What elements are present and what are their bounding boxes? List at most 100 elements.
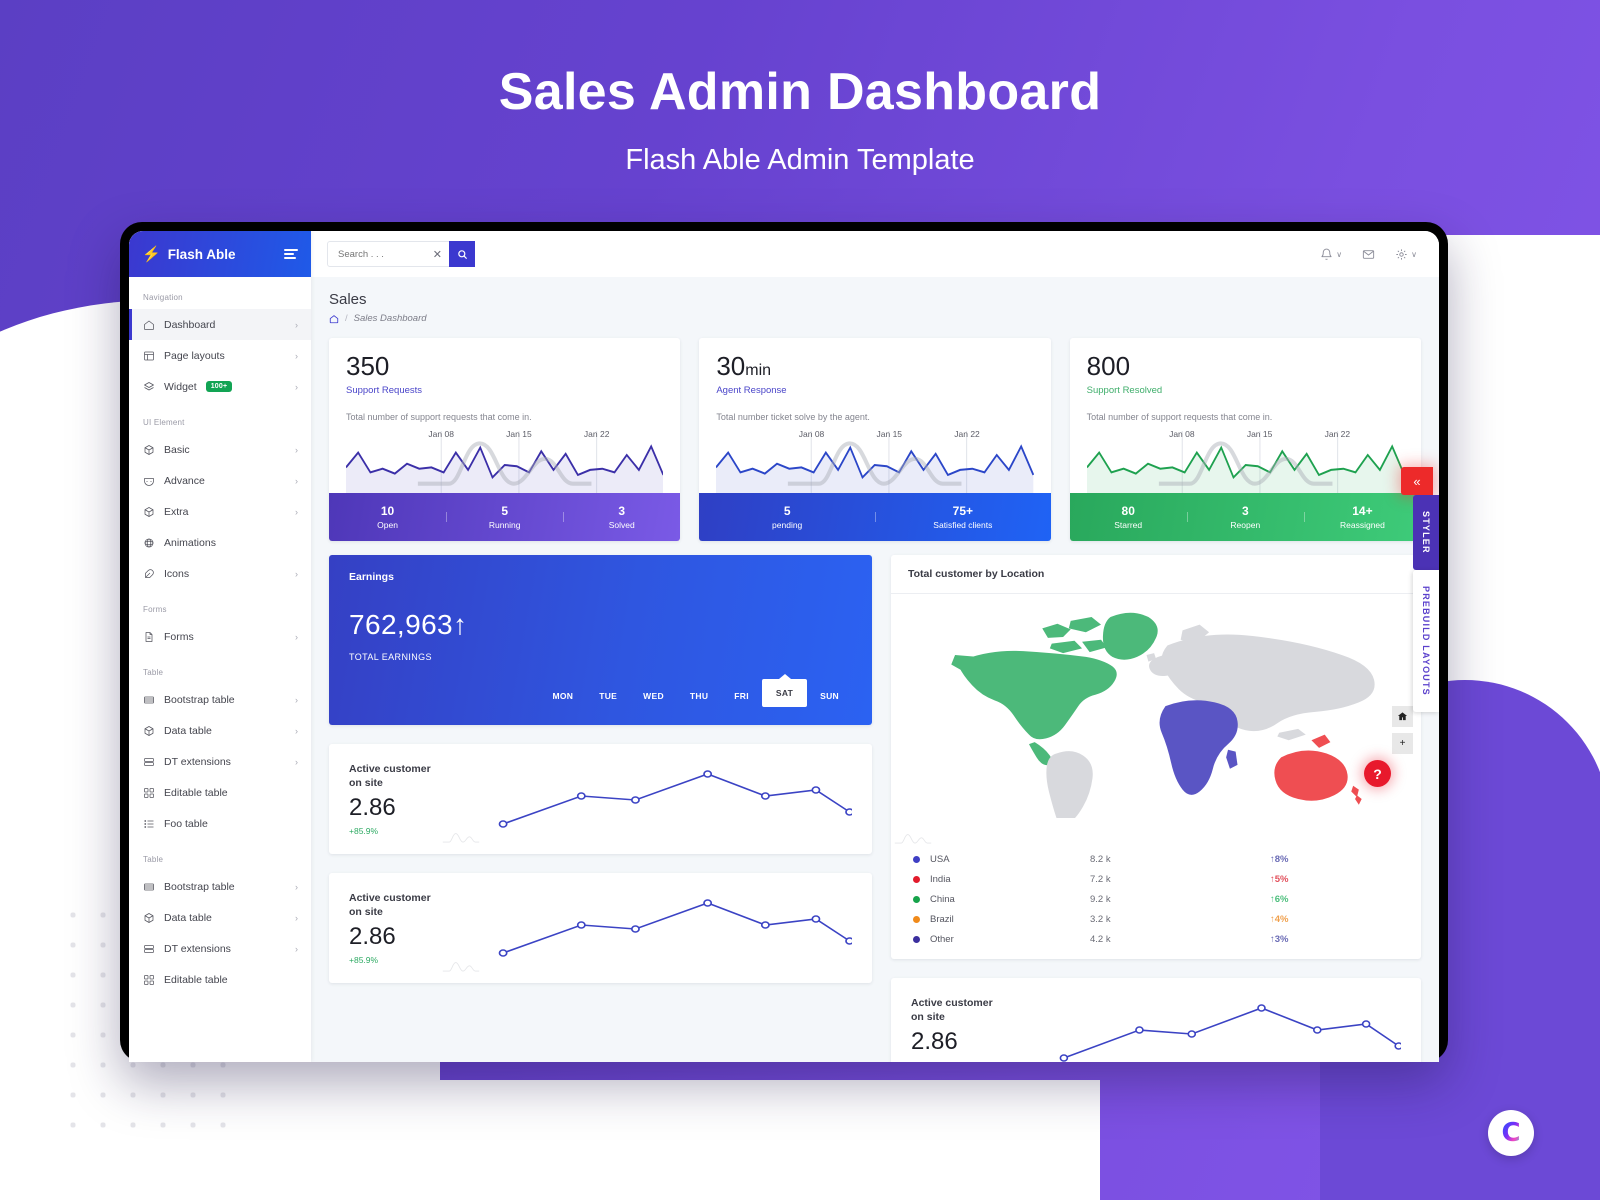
sidebar-item-forms[interactable]: Forms › <box>129 621 311 652</box>
sidebar-item-foo-table[interactable]: Foo table <box>129 808 311 839</box>
stat-card: 30min Agent Response Total number ticket s… <box>699 338 1051 542</box>
stat-label: Support Requests <box>346 385 423 397</box>
search-box[interactable]: ✕ <box>327 241 475 267</box>
stat-footer-label: Solved <box>608 520 635 531</box>
earnings-amount: 762,963↑ <box>349 609 852 641</box>
chart-point <box>630 925 640 933</box>
sidebar-badge: 100+ <box>205 381 233 392</box>
layers-icon <box>143 381 154 390</box>
box-icon <box>142 505 155 518</box>
sidebar-caption: Forms <box>143 605 167 614</box>
tab-prebuild-layouts[interactable]: PREBUILD LAYOUTS <box>1413 569 1439 712</box>
messages-button[interactable] <box>1362 248 1375 261</box>
sidebar-item-extra[interactable]: Extra › <box>129 496 311 527</box>
sidebar-item-advance[interactable]: Advance › <box>129 465 311 496</box>
page-content: Sales / Sales Dashboard 350 Support Reque… <box>311 277 1439 1062</box>
hamburger-icon[interactable] <box>284 249 298 259</box>
active-customer-value: 2.86 <box>349 923 396 951</box>
close-icon[interactable]: ✕ <box>426 248 449 261</box>
sidebar-item-icons[interactable]: Icons › <box>129 558 311 589</box>
earnings-caption: TOTAL EARNINGS <box>349 652 432 663</box>
sidebar-item-label: Forms <box>164 630 194 643</box>
settings-button[interactable]: ∨ <box>1395 248 1417 261</box>
tab-styler[interactable]: STYLER <box>1413 495 1439 570</box>
stat-card-body: 30min Agent Response Total number ticket s… <box>699 338 1050 494</box>
stat-footer-cell: 3 Reopen <box>1186 504 1304 531</box>
chevron-right-icon: › <box>295 475 298 486</box>
active-customer-title: Active customer on site <box>911 997 993 1024</box>
sidebar-item-data-table[interactable]: Data table › <box>129 902 311 933</box>
map-controls: + <box>1392 706 1413 755</box>
brand-logo[interactable]: ⚡ Flash Able <box>142 247 235 262</box>
sidebar-item-bootstrap-table[interactable]: Bootstrap table › <box>129 871 311 902</box>
sidebar-item-page-layouts[interactable]: Page layouts › <box>129 340 311 371</box>
active-customer-chart <box>467 889 855 967</box>
earnings-card: Earnings 762,963↑ TOTAL EARNINGS MON TUE W… <box>329 555 872 726</box>
sidebar-item-dashboard[interactable]: Dashboard › <box>129 309 311 340</box>
chevron-right-icon: › <box>295 631 298 642</box>
stat-card-footer: 5 pending 75+ Satisfied clients <box>699 493 1051 542</box>
legend-country: USA <box>930 853 950 865</box>
earnings-day-sun[interactable]: SUN <box>807 685 852 707</box>
sidebar-item-dt-extensions[interactable]: DT extensions › <box>129 933 311 964</box>
earnings-day-thu[interactable]: THU <box>677 685 721 707</box>
chevron-right-icon: › <box>295 381 298 392</box>
chevron-down-icon: ∨ <box>1411 249 1417 259</box>
sidebar-item-widget[interactable]: Widget 100+ › <box>129 371 311 402</box>
topbar: ✕ ∨ ∨ <box>311 231 1439 277</box>
breadcrumb-current[interactable]: Sales Dashboard <box>354 313 427 324</box>
chevron-right-icon: › <box>295 350 298 361</box>
chart-point <box>1312 1026 1322 1034</box>
sidebar-item-editable-table[interactable]: Editable table <box>129 777 311 808</box>
sidebar-item-label: Foo table <box>164 817 208 830</box>
stat-sparkline: Jan 08 Jan 15 Jan 22 <box>1086 429 1404 494</box>
sidebar-item-label: Widget <box>164 380 197 393</box>
breadcrumb-separator: / <box>345 313 348 324</box>
stat-footer-label: Reopen <box>1230 520 1261 531</box>
stat-footer-number: 3 <box>1241 504 1249 519</box>
search-icon[interactable] <box>449 241 475 267</box>
legend-row: Other 4.2 k ↑3% <box>913 929 1399 949</box>
sidebar-item-bootstrap-table[interactable]: Bootstrap table › <box>129 684 311 715</box>
legend-country: Other <box>930 933 954 945</box>
sidebar-caption: Table <box>143 855 164 864</box>
search-input[interactable] <box>338 248 426 260</box>
sidebar-item-basic[interactable]: Basic › <box>129 434 311 465</box>
legend-row: China 9.2 k ↑6% <box>913 889 1399 909</box>
chevron-right-icon: › <box>295 912 298 923</box>
stat-card-footer: 10 Open 5 Running 3 Solved <box>329 493 681 542</box>
chart-point <box>576 921 586 929</box>
chart-point <box>1059 1054 1069 1062</box>
earnings-day-wed[interactable]: WED <box>630 685 677 707</box>
earnings-day-sat[interactable]: SAT <box>761 679 808 708</box>
sidebar-item-editable-table[interactable]: Editable table <box>129 964 311 995</box>
world-map[interactable]: + ? <box>891 594 1421 828</box>
app-screen: ⚡ Flash Able Navigation Dashboard › Page la… <box>129 231 1439 1062</box>
sidebar-item-animations[interactable]: Animations <box>129 527 311 558</box>
map-zoom-in-button[interactable]: + <box>1392 733 1413 755</box>
box-icon <box>142 911 155 924</box>
active-customer-info: Active customeron site 2.86 +85.9% <box>349 891 457 965</box>
earnings-day-fri[interactable]: FRI <box>721 685 762 707</box>
topbar-actions: ∨ ∨ <box>1320 248 1417 261</box>
box-icon <box>144 444 153 455</box>
stat-card-footer: 80 Starred 3 Reopen 14+ Reassigned <box>1069 493 1421 542</box>
sidebar-item-data-table[interactable]: Data table › <box>129 715 311 746</box>
chevron-right-icon: › <box>295 506 298 517</box>
notifications-button[interactable]: ∨ <box>1320 248 1342 261</box>
gear-icon <box>1396 248 1407 260</box>
styler-collapse-button[interactable]: « <box>1401 467 1433 495</box>
layout-icon <box>143 351 154 360</box>
map-region-australia <box>1274 750 1348 802</box>
chart-watermark-icon <box>1158 441 1333 487</box>
sidebar-item-label: Editable table <box>164 786 228 799</box>
earnings-day-mon[interactable]: MON <box>540 685 587 707</box>
chart-point <box>1187 1030 1197 1038</box>
map-region-png <box>1311 734 1331 749</box>
sidebar-item-dt-extensions[interactable]: DT extensions › <box>129 746 311 777</box>
feather-icon <box>144 568 154 578</box>
box-icon <box>142 443 155 456</box>
active-customer-value: 2.86 <box>911 1028 958 1056</box>
sidebar-item-label: Advance <box>164 474 205 487</box>
earnings-day-tue[interactable]: TUE <box>586 685 630 707</box>
